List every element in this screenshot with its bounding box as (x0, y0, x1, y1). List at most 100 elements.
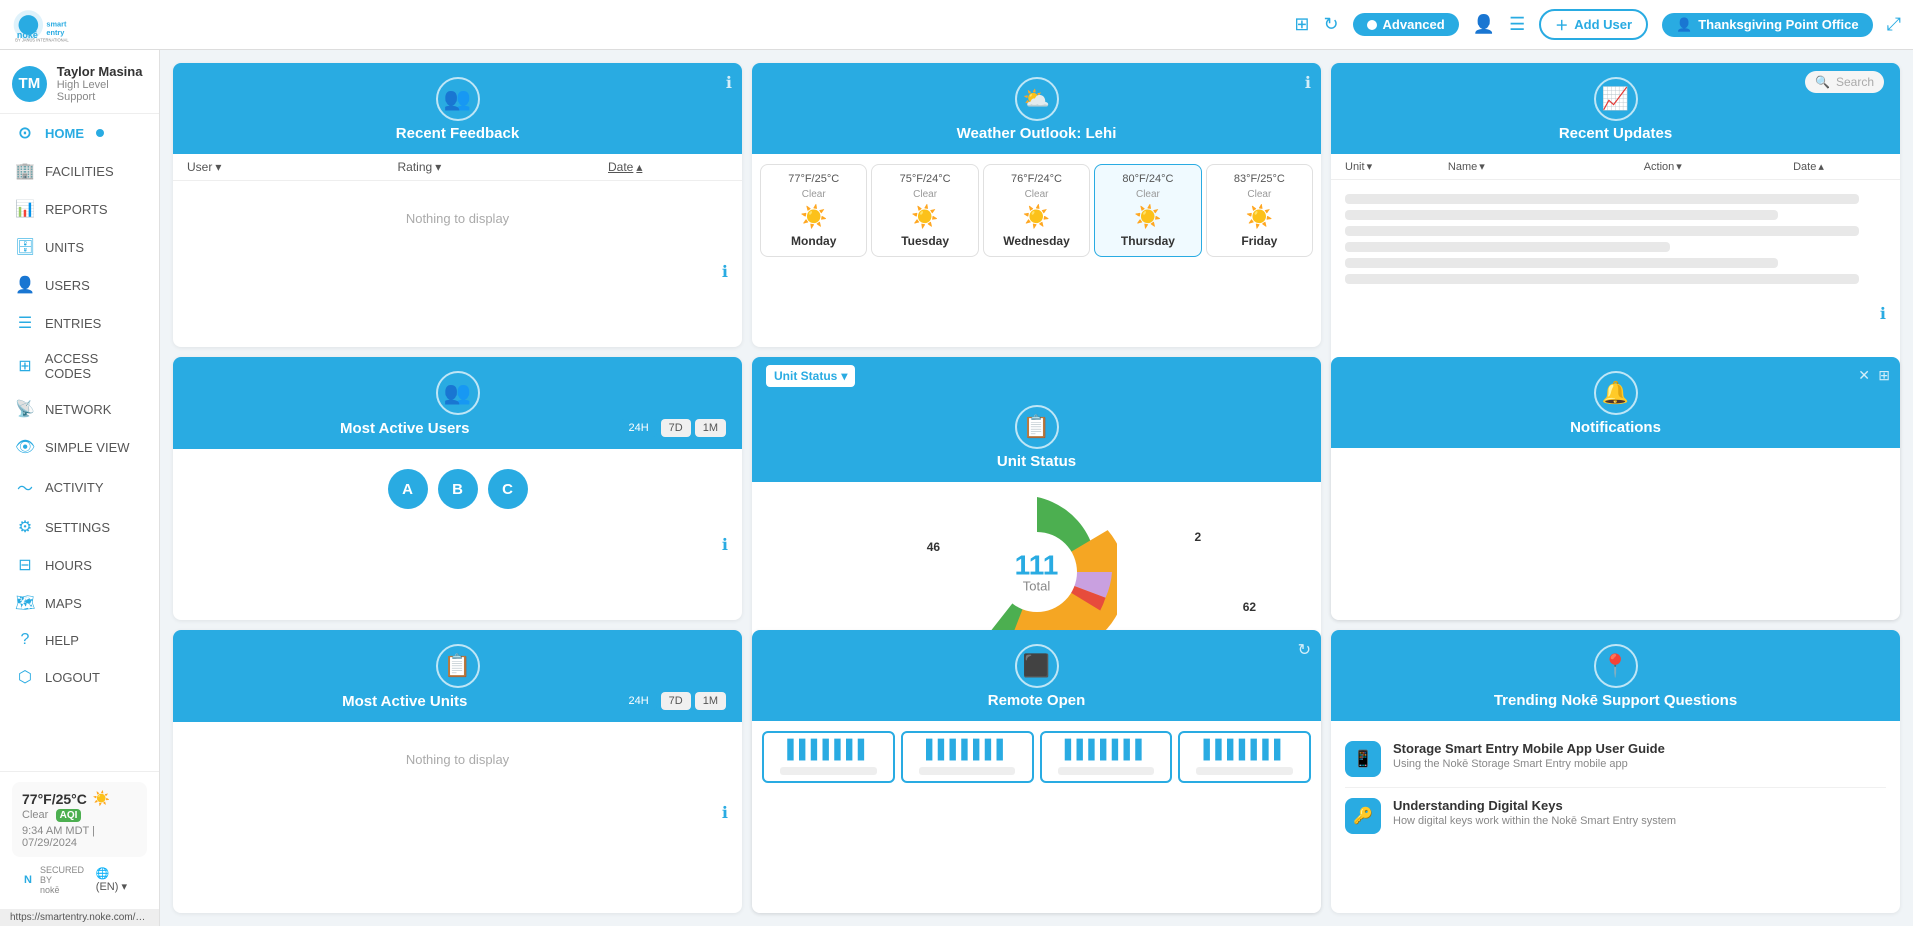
updates-footer-dot[interactable]: ℹ (1880, 304, 1886, 324)
sidebar-item-facilities[interactable]: 🏢 FACILITIES (0, 152, 159, 190)
remote-open-card: ⬛ Remote Open ↻ ▌▌▌▌▌▌▌ ▌▌▌▌▌▌▌ ▌▌▌▌▌▌▌ (752, 630, 1321, 913)
sidebar-label-hours: HOURS (45, 558, 92, 573)
updates-col-action[interactable]: Action ▾ (1644, 160, 1783, 173)
notif-close-icon[interactable]: ✕ (1858, 367, 1870, 384)
sidebar-item-help[interactable]: ? HELP (0, 622, 159, 658)
active-units-title: Most Active Units (189, 693, 620, 710)
sidebar-item-activity[interactable]: 〜 ACTIVITY (0, 466, 159, 508)
recent-updates-card: 📈 Recent Updates 🔍 Search Unit ▾ Name ▾ … (1331, 63, 1900, 620)
sort-icon: ▾ (1676, 160, 1682, 173)
sidebar-item-home[interactable]: ⊙ HOME (0, 114, 159, 152)
sidebar-item-users[interactable]: 👤 USERS (0, 266, 159, 304)
simple_view-nav-icon: 👁 (15, 437, 35, 457)
annotation-2: 2 (1195, 530, 1202, 544)
language-selector[interactable]: 🌐 (EN) ▾ (96, 867, 135, 893)
user-dot-3[interactable]: C (488, 469, 528, 509)
sort-icon: ▾ (435, 160, 441, 174)
day-temp: 76°F/24°C (1011, 173, 1062, 185)
notif-grid-icon[interactable]: ⊞ (1878, 367, 1890, 384)
active-units-footer-dot[interactable]: ℹ (722, 803, 728, 823)
add-user-label: Add User (1574, 17, 1632, 32)
user-name: Taylor Masina (57, 64, 147, 79)
active-users-icon: 👥 (436, 371, 480, 415)
updates-search[interactable]: 🔍 Search (1805, 71, 1884, 93)
feedback-table-header: User ▾ Rating ▾ Date ▴ (173, 154, 742, 181)
remote-btn-2[interactable]: ▌▌▌▌▌▌▌ (901, 731, 1034, 783)
unit-status-dropdown[interactable]: Unit Status ▾ (766, 365, 855, 387)
expand-icon[interactable]: ⤢ (1887, 14, 1901, 35)
list-icon[interactable]: ☰ (1509, 14, 1525, 35)
weather-day-thursday: 80°F/24°C Clear ☀️ Thursday (1094, 164, 1201, 257)
skeleton-3 (1345, 226, 1859, 236)
feedback-col-rating[interactable]: Rating ▾ (398, 160, 609, 174)
feedback-footer-dot[interactable]: ℹ (722, 262, 728, 282)
sidebar-item-network[interactable]: 📡 NETWORK (0, 390, 159, 428)
sidebar-item-maps[interactable]: 🗺 MAPS (0, 584, 159, 622)
main-content: 👥 Recent Feedback ℹ User ▾ Rating ▾ Date… (160, 50, 1913, 926)
search-placeholder: Search (1836, 75, 1874, 89)
feedback-info-icon[interactable]: ℹ (726, 73, 732, 93)
sidebar-item-access_codes[interactable]: ⊞ ACCESS CODES (0, 342, 159, 390)
annotation-62: 62 (1243, 600, 1256, 614)
most-active-users-card: 👥 Most Active Users 24H 7D 1M A B C ℹ (173, 357, 742, 620)
trending-item[interactable]: 🔑 Understanding Digital Keys How digital… (1345, 788, 1886, 844)
active-users-header: 👥 Most Active Users 24H 7D 1M (173, 357, 742, 449)
settings-nav-icon: ⚙ (15, 517, 35, 537)
network-nav-icon: 📡 (15, 399, 35, 419)
feedback-col-date[interactable]: Date ▴ (608, 160, 728, 174)
remote-btn-3[interactable]: ▌▌▌▌▌▌▌ (1040, 731, 1173, 783)
sidebar-item-hours[interactable]: ⊟ HOURS (0, 546, 159, 584)
notif-title: Notifications (1570, 419, 1661, 436)
sidebar-item-settings[interactable]: ⚙ SETTINGS (0, 508, 159, 546)
sidebar-label-units: UNITS (45, 240, 84, 255)
users-icon[interactable]: 👤 (1473, 14, 1495, 35)
user-dot-2[interactable]: B (438, 469, 478, 509)
grid-icon[interactable]: ⊞ (1294, 14, 1309, 35)
day-condition: Clear (913, 189, 937, 200)
feedback-title: Recent Feedback (396, 125, 519, 142)
updates-col-name[interactable]: Name ▾ (1448, 160, 1634, 173)
advanced-toggle[interactable]: Advanced (1353, 13, 1459, 36)
sidebar-item-reports[interactable]: 📊 REPORTS (0, 190, 159, 228)
units-time-btn-7d[interactable]: 7D (661, 692, 691, 710)
day-name: Monday (791, 234, 836, 248)
sidebar-item-entries[interactable]: ☰ ENTRIES (0, 304, 159, 342)
updates-col-unit[interactable]: Unit ▾ (1345, 160, 1438, 173)
remote-open-refresh[interactable]: ↻ (1298, 640, 1311, 660)
updates-col-date[interactable]: Date ▴ (1793, 160, 1886, 173)
remote-btn-4[interactable]: ▌▌▌▌▌▌▌ (1178, 731, 1311, 783)
url-bar: https://smartentry.noke.com/#/app/hours (0, 909, 159, 926)
feedback-col-user[interactable]: User ▾ (187, 160, 398, 174)
time-btn-24h[interactable]: 24H (620, 419, 656, 437)
active-users-footer: ℹ (173, 529, 742, 561)
trending-item[interactable]: 📱 Storage Smart Entry Mobile App User Gu… (1345, 731, 1886, 788)
active-users-body: A B C (173, 449, 742, 529)
sidebar-item-logout[interactable]: ⬡ LOGOUT (0, 658, 159, 696)
dropdown-arrow: ▾ (841, 369, 847, 383)
units-time-btn-1m[interactable]: 1M (695, 692, 726, 710)
sidebar-item-units[interactable]: 🗄 UNITS (0, 228, 159, 266)
remote-open-header: ⬛ Remote Open ↻ (752, 630, 1321, 721)
location-button[interactable]: 👤 Thanksgiving Point Office (1662, 13, 1873, 37)
weather-card-header: ⛅ Weather Outlook: Lehi ℹ (752, 63, 1321, 154)
add-user-button[interactable]: ＋ Add User (1539, 9, 1648, 40)
day-condition: Clear (802, 189, 826, 200)
updates-card-header: 📈 Recent Updates 🔍 Search (1331, 63, 1900, 154)
day-condition: Clear (1247, 189, 1271, 200)
help-nav-icon: ? (15, 631, 35, 649)
weather-info-icon[interactable]: ℹ (1305, 73, 1311, 93)
weather-days: 77°F/25°C Clear ☀️ Monday 75°F/24°C Clea… (752, 154, 1321, 267)
day-name: Thursday (1121, 234, 1175, 248)
refresh-icon[interactable]: ↻ (1323, 14, 1338, 35)
sidebar-logos: N SECURED BYnokē 🌐 (EN) ▾ (12, 857, 147, 899)
units-time-btn-24h[interactable]: 24H (620, 692, 656, 710)
user-dot-1[interactable]: A (388, 469, 428, 509)
sidebar-item-simple_view[interactable]: 👁 SIMPLE VIEW (0, 428, 159, 466)
sidebar-label-network: NETWORK (45, 402, 111, 417)
remote-btn-1[interactable]: ▌▌▌▌▌▌▌ (762, 731, 895, 783)
active-users-footer-dot[interactable]: ℹ (722, 535, 728, 555)
weather-day-tuesday: 75°F/24°C Clear ☀️ Tuesday (871, 164, 978, 257)
time-btn-1m[interactable]: 1M (695, 419, 726, 437)
time-btn-7d[interactable]: 7D (661, 419, 691, 437)
trending-item-subtitle: Using the Nokē Storage Smart Entry mobil… (1393, 758, 1665, 770)
